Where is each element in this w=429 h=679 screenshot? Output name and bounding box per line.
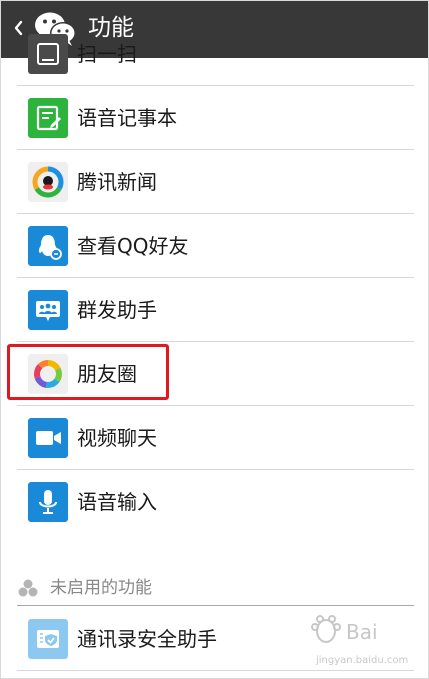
- video-chat-icon: [28, 418, 68, 458]
- list-item-label: 群发助手: [77, 298, 157, 322]
- scan-icon: [28, 34, 68, 74]
- screen: 功能 扫一扫 语音记事本 腾讯新闻 查看QQ好友 群发助手 朋友圈 视频聊天 语…: [0, 0, 429, 679]
- svg-text:Bai: Bai: [346, 620, 378, 644]
- watermark-text: jingyan.baidu.com: [316, 655, 409, 666]
- baidu-jingyan-watermark-icon: Bai jingyan.baidu.com: [306, 611, 422, 671]
- apps-cluster-icon: [17, 578, 39, 598]
- highlight-box: [7, 344, 169, 400]
- voice-input-icon: [28, 482, 68, 522]
- list-item-scan[interactable]: 扫一扫: [1, 22, 428, 86]
- list-item-label: 查看QQ好友: [77, 234, 189, 258]
- list-item-voice-input[interactable]: 语音输入: [1, 470, 428, 534]
- list-item-label: 语音记事本: [77, 106, 177, 130]
- list-item-tencent-news[interactable]: 腾讯新闻: [1, 150, 428, 214]
- tencent-news-icon: [28, 162, 68, 202]
- list-item-qq-friends[interactable]: 查看QQ好友: [1, 214, 428, 278]
- contacts-security-icon: [28, 619, 68, 659]
- list-item-voice-notepad[interactable]: 语音记事本: [1, 86, 428, 150]
- disabled-section-header: 未启用的功能: [1, 573, 428, 603]
- section-title: 未启用的功能: [50, 578, 152, 598]
- voice-notepad-icon: [28, 98, 68, 138]
- mass-send-icon: [28, 290, 68, 330]
- qq-friends-icon: [28, 226, 68, 266]
- list-item-label: 腾讯新闻: [77, 170, 157, 194]
- list-item-mass-send[interactable]: 群发助手: [1, 278, 428, 342]
- list-item-label: 通讯录安全助手: [77, 627, 217, 651]
- list-item-label: 语音输入: [77, 490, 157, 514]
- divider: [17, 605, 414, 606]
- list-item-label: 视频聊天: [77, 426, 157, 450]
- list-item-video-chat[interactable]: 视频聊天: [1, 406, 428, 470]
- list-item-label: 扫一扫: [77, 42, 137, 66]
